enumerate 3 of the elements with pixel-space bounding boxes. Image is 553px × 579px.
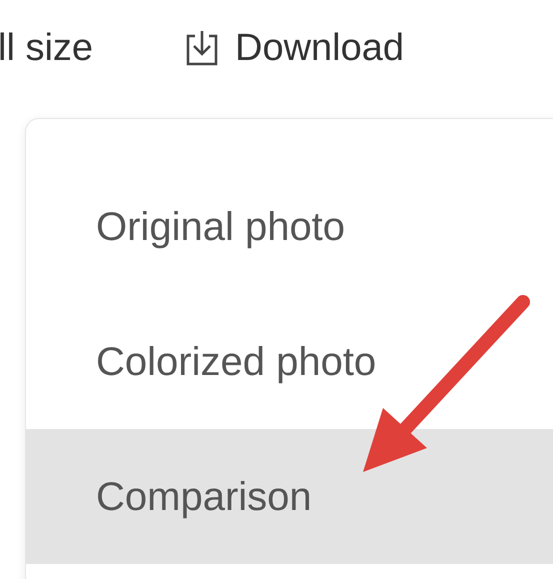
download-button[interactable]: Download [183, 20, 404, 76]
size-label[interactable]: ll size [0, 20, 94, 76]
menu-item[interactable]: Comparison [26, 429, 553, 564]
